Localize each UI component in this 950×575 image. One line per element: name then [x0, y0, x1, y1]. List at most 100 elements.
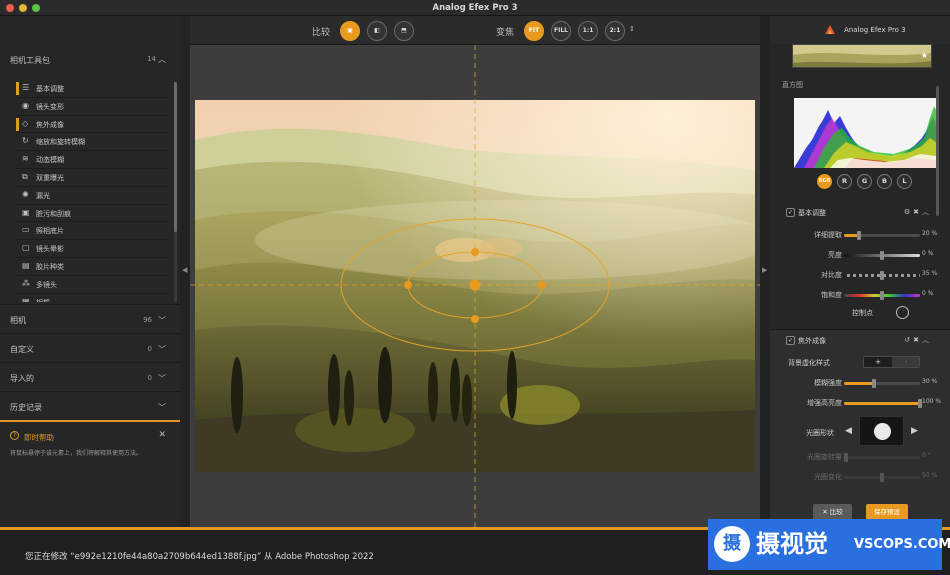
tool-item-zoom-blur[interactable]: ↻ 缩放和旋转模糊 — [16, 133, 168, 152]
frame-icon: ▦ — [22, 296, 30, 302]
compare-button[interactable]: ✕ 比较 — [813, 504, 852, 520]
tool-item-frame[interactable]: ▦ 相框 — [16, 294, 168, 302]
tool-label: 焦外成像 — [36, 120, 64, 129]
slider-value: 0 % — [922, 290, 934, 297]
style-plus-option[interactable]: + — [864, 357, 892, 367]
watermark-logo: 摄 — [714, 526, 750, 562]
compare-single-button[interactable]: ▣ — [340, 21, 360, 41]
section-custom[interactable]: 自定义 0 ﹀ — [0, 333, 180, 362]
channel-r-button[interactable]: R — [837, 174, 852, 189]
section-history[interactable]: 历史记录 ﹀ — [0, 391, 180, 420]
channel-g-button[interactable]: G — [857, 174, 872, 189]
collapse-left-panel[interactable]: ◀ — [180, 16, 190, 527]
aperture-shape-preview[interactable] — [859, 416, 904, 446]
basic-enable-checkbox[interactable]: ✓ — [786, 208, 795, 217]
tool-item-lens[interactable]: ◉ 镜头变形 — [16, 98, 168, 116]
tool-label: 镜头变形 — [36, 102, 64, 111]
bokeh-enable-checkbox[interactable]: ✓ — [786, 336, 795, 345]
slider-knob[interactable] — [880, 473, 884, 482]
tool-item-basic[interactable]: ☰ 基本调整 — [16, 80, 168, 98]
section-camera[interactable]: 相机 96 ﹀ — [0, 304, 180, 333]
chevron-up-icon[interactable]: ︿ — [158, 54, 166, 65]
channel-b-button[interactable]: B — [877, 174, 892, 189]
toolkit-header[interactable]: 相机工具包 14 ︿ — [0, 52, 180, 68]
slider-track[interactable] — [844, 473, 920, 482]
navigator-thumbnail[interactable]: ★ — [792, 44, 932, 68]
zoom-fit-button[interactable]: FIT — [524, 21, 544, 41]
right-panel-scrollbar[interactable] — [936, 86, 939, 216]
watermark: 摄 摄视觉 VSCOPS.COM — [708, 519, 950, 570]
chevron-down-icon[interactable]: ﹀ — [158, 315, 166, 326]
zoom-2-1-button[interactable]: 2:1 — [605, 21, 625, 41]
collapse-right-panel[interactable]: ▶ — [760, 16, 770, 527]
zoom-stepper-icon[interactable]: ⇕ — [629, 25, 635, 33]
brand-name: Analog Efex Pro 3 — [844, 26, 906, 34]
slider-knob[interactable] — [844, 453, 848, 462]
slider-track[interactable] — [844, 231, 920, 240]
slider-track[interactable] — [844, 379, 920, 388]
tool-label: 胶片种类 — [36, 262, 64, 271]
tool-list-scrollbar[interactable] — [174, 82, 177, 302]
tool-item-bokeh[interactable]: ◇ 焦外成像 — [16, 116, 168, 134]
slider-aperture-variation[interactable]: 光圈变化 50 % — [770, 470, 950, 484]
slider-track[interactable] — [844, 453, 920, 462]
zoom-fill-button[interactable]: FILL — [551, 21, 571, 41]
instant-help-panel: ? 即时帮助 ✕ 将鼠标悬停于该元素上，我们将解释其使用方法。 — [0, 420, 180, 527]
slider-aperture-rotation[interactable]: 光圈旋转量 0 ° — [770, 450, 950, 464]
section-imported[interactable]: 导入的 0 ﹀ — [0, 362, 180, 391]
slider-knob[interactable] — [857, 231, 862, 240]
slider-track[interactable] — [844, 291, 920, 300]
shape-prev-icon[interactable]: ◀ — [845, 426, 852, 436]
close-icon[interactable]: ✕ — [158, 430, 166, 440]
channel-l-button[interactable]: L — [897, 174, 912, 189]
zoom-1-1-button[interactable]: 1:1 — [578, 21, 598, 41]
panel-actions-icon[interactable]: ↺✖︿ — [904, 335, 932, 345]
compare-split-button[interactable]: ◧ — [367, 21, 387, 41]
slider-detail[interactable]: 详细提取 20 % — [770, 228, 950, 242]
channel-rgb-button[interactable]: RGB — [817, 174, 832, 189]
scroll-thumb[interactable] — [174, 82, 177, 232]
image-canvas[interactable] — [190, 45, 760, 527]
tool-item-film-type[interactable]: ▤ 胶片种类 — [16, 258, 168, 276]
style-minus-option[interactable]: - — [892, 357, 920, 367]
section-count: 0 — [147, 374, 152, 382]
tool-label: 漏光 — [36, 191, 50, 200]
slider-contrast[interactable]: 对比度 35 % — [770, 268, 950, 282]
chevron-down-icon[interactable]: ﹀ — [158, 402, 166, 413]
tool-label: 双重曝光 — [36, 173, 64, 182]
slider-highlight-boost[interactable]: 增强高亮度 100 % — [770, 396, 950, 410]
bokeh-panel-header[interactable]: ✓ 焦外成像 ↺✖︿ — [770, 333, 938, 349]
chevron-down-icon[interactable]: ﹀ — [158, 344, 166, 355]
shape-next-icon[interactable]: ▶ — [911, 426, 918, 436]
slider-label: 光圈旋转量 — [807, 453, 842, 461]
vignette-icon: ▢ — [22, 243, 30, 253]
tool-item-motion-blur[interactable]: ≋ 动态模糊 — [16, 151, 168, 169]
chevron-down-icon[interactable]: ﹀ — [158, 373, 166, 384]
slider-blur-strength[interactable]: 模糊强度 30 % — [770, 376, 950, 390]
slider-brightness[interactable]: 亮度 0 % — [770, 248, 950, 262]
tool-item-multi-lens[interactable]: ⁂ 多镜头 — [16, 276, 168, 294]
tool-item-vignette[interactable]: ▢ 镜头晕影 — [16, 240, 168, 258]
tool-item-light-leak[interactable]: ✺ 漏光 — [16, 187, 168, 205]
slider-track[interactable] — [844, 271, 920, 280]
slider-label: 模糊强度 — [814, 379, 842, 387]
tool-item-film[interactable]: ▭ 照相底片 — [16, 222, 168, 241]
star-icon[interactable]: ★ — [921, 51, 928, 60]
tool-item-double-exposure[interactable]: ⧉ 双重曝光 — [16, 169, 168, 187]
slider-knob[interactable] — [880, 251, 884, 260]
tool-item-dirt[interactable]: ▣ 脏污和刮痕 — [16, 205, 168, 223]
compare-button-label: 比较 — [829, 508, 843, 516]
slider-track[interactable] — [844, 399, 922, 408]
save-preset-button[interactable]: 保存预设 — [866, 504, 908, 520]
slider-knob[interactable] — [880, 291, 884, 300]
panel-actions-icon[interactable]: ⚙✖︿ — [904, 207, 932, 217]
basic-panel-header[interactable]: ✓ 基本调整 ⚙✖︿ — [770, 205, 938, 221]
bokeh-title: 焦外成像 — [798, 337, 826, 345]
slider-knob[interactable] — [872, 379, 877, 388]
bokeh-style-toggle[interactable]: + - — [863, 356, 920, 368]
slider-track[interactable] — [844, 251, 920, 260]
add-control-point-icon[interactable] — [896, 306, 909, 319]
slider-knob[interactable] — [880, 271, 884, 280]
slider-saturation[interactable]: 饱和度 0 % — [770, 288, 950, 302]
compare-side-button[interactable]: ⬒ — [394, 21, 414, 41]
